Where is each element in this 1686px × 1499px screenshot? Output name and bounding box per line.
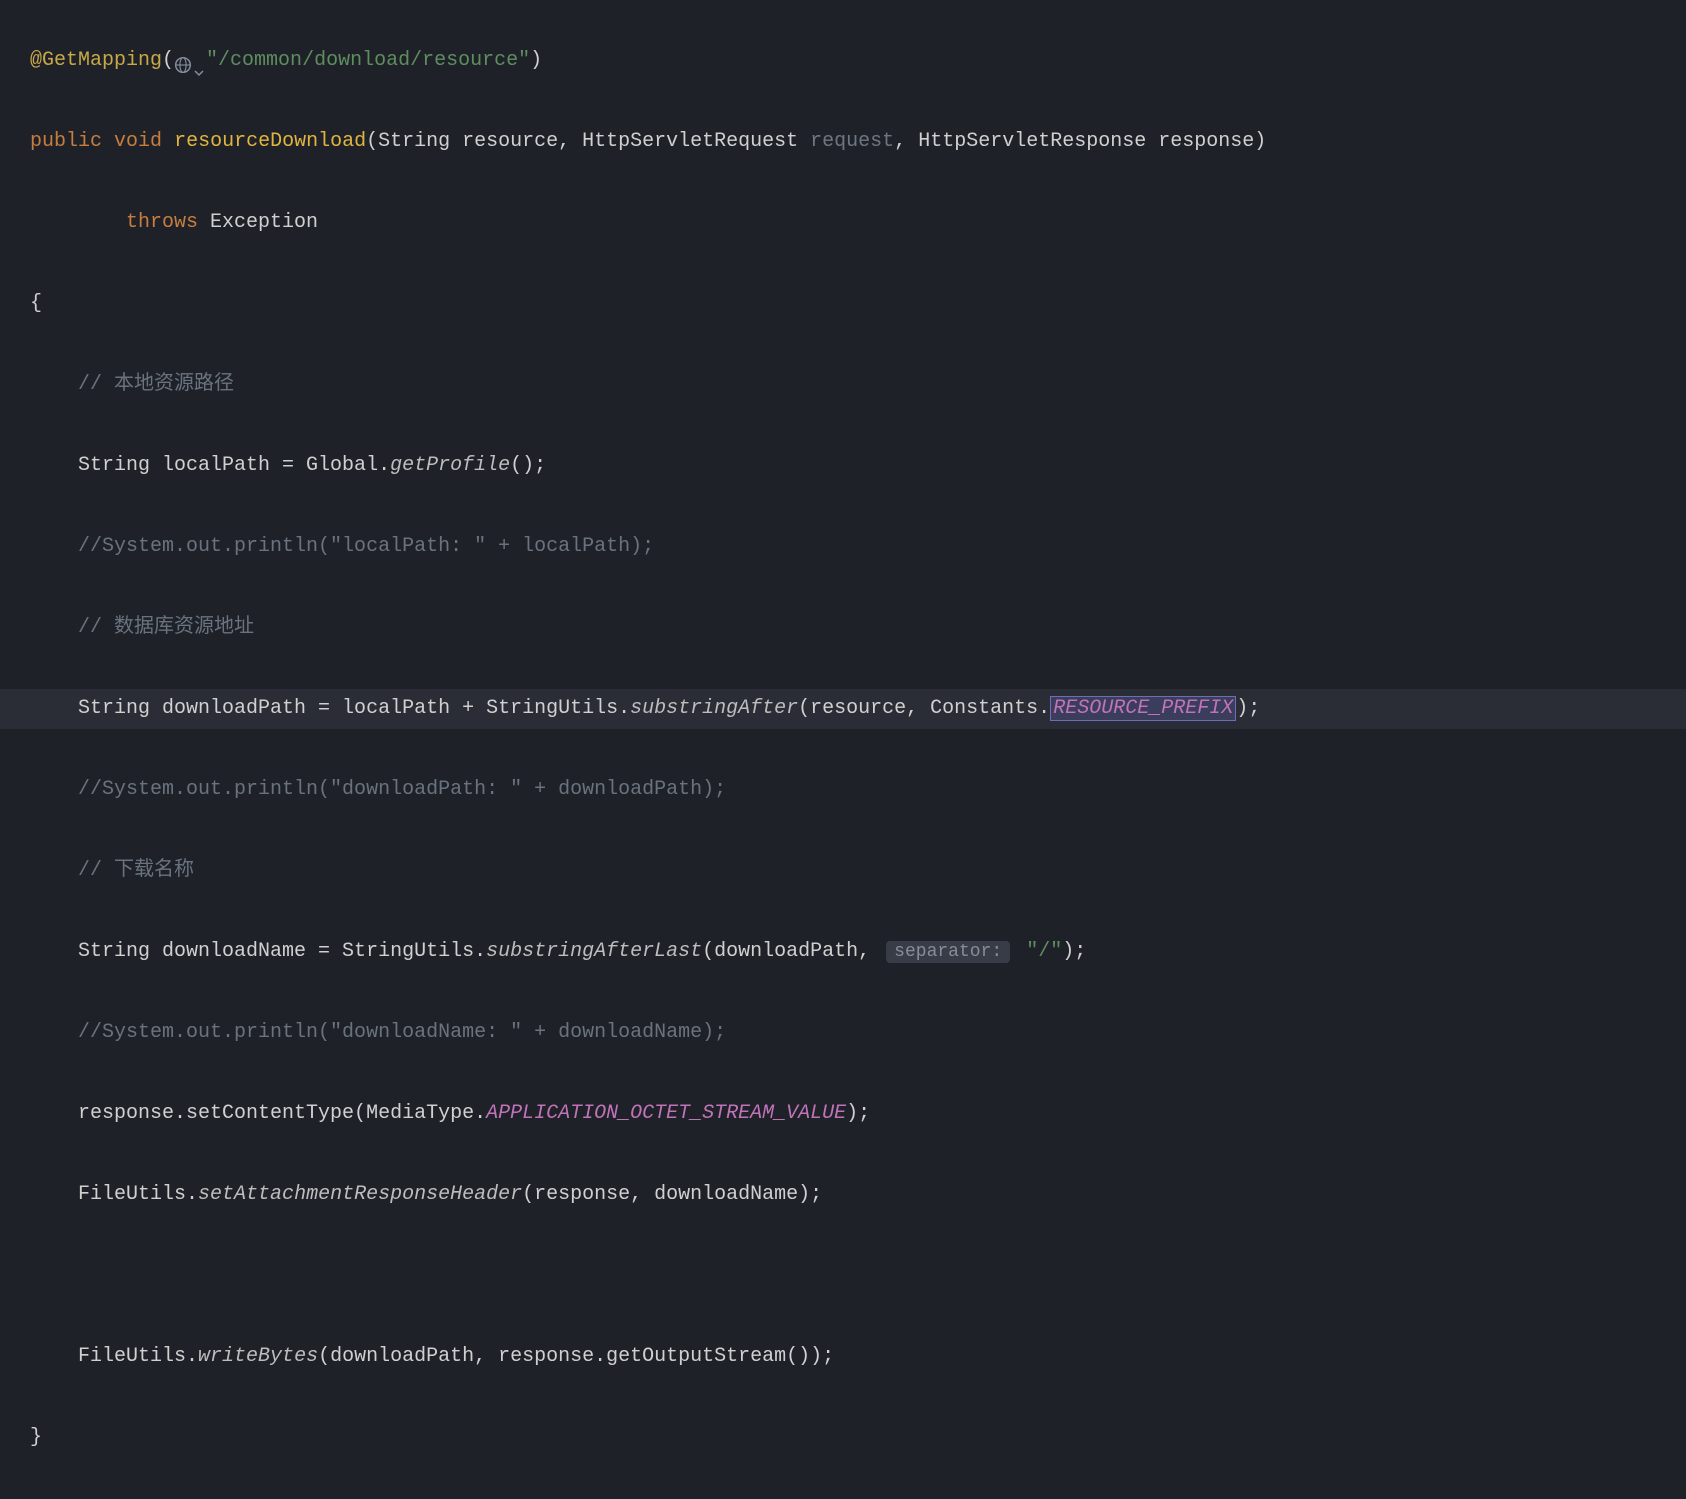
code-line-7[interactable]: //System.out.println("localPath: " + loc…: [0, 527, 1686, 568]
params-tail: , HttpServletResponse response): [894, 130, 1266, 153]
fileutils-prefix: FileUtils.: [78, 1183, 198, 1206]
constant-resource-prefix: RESOURCE_PREFIX: [1050, 696, 1236, 721]
code-line-9[interactable]: String downloadPath = localPath + String…: [0, 689, 1686, 730]
brace-open: {: [30, 292, 42, 315]
code-line-11[interactable]: // 下载名称: [0, 851, 1686, 892]
comment-db-path: // 数据库资源地址: [78, 616, 254, 639]
method-substringAfterLast: substringAfterLast: [486, 940, 702, 963]
set-content-type: response.setContentType(MediaType.: [78, 1102, 486, 1125]
download-path-decl: String downloadPath = localPath + String…: [78, 697, 630, 720]
code-editor[interactable]: @GetMapping( "/common/download/resource")…: [0, 0, 1686, 1499]
comment-download-name: // 下载名称: [78, 859, 194, 882]
fileutils-prefix-2: FileUtils.: [78, 1345, 198, 1368]
code-line-15[interactable]: FileUtils.setAttachmentResponseHeader(re…: [0, 1175, 1686, 1216]
keyword-throws: throws: [126, 211, 198, 234]
code-line-13[interactable]: //System.out.println("downloadName: " + …: [0, 1013, 1686, 1054]
download-name-decl: String downloadName = StringUtils.: [78, 940, 486, 963]
brace-close: }: [30, 1426, 42, 1449]
annotation-getmapping: @GetMapping: [30, 49, 162, 72]
comment-disabled-3: //System.out.println("downloadName: " + …: [78, 1021, 726, 1044]
exception-type: Exception: [198, 211, 318, 234]
code-line-17[interactable]: FileUtils.writeBytes(downloadPath, respo…: [0, 1337, 1686, 1378]
local-path-decl: String localPath = Global.: [78, 454, 390, 477]
string-slash: "/": [1014, 940, 1062, 963]
code-line-16[interactable]: [0, 1256, 1686, 1297]
comment-disabled-2: //System.out.println("downloadPath: " + …: [78, 778, 726, 801]
paren: ): [530, 49, 542, 72]
comment-local-path: // 本地资源路径: [78, 373, 234, 396]
code-line-10[interactable]: //System.out.println("downloadPath: " + …: [0, 770, 1686, 811]
comment-disabled-1: //System.out.println("localPath: " + loc…: [78, 535, 654, 558]
code-line-6[interactable]: String localPath = Global.getProfile();: [0, 446, 1686, 487]
method-resourceDownload: resourceDownload: [174, 130, 366, 153]
code-line-3[interactable]: throws Exception: [0, 203, 1686, 244]
code-line-14[interactable]: response.setContentType(MediaType.APPLIC…: [0, 1094, 1686, 1135]
paren: (: [162, 49, 174, 72]
constant-octet-stream: APPLICATION_OCTET_STREAM_VALUE: [486, 1102, 846, 1125]
method-substringAfter: substringAfter: [630, 697, 798, 720]
globe-icon[interactable]: [174, 50, 192, 68]
keyword-public: public: [30, 130, 102, 153]
code-line-4[interactable]: {: [0, 284, 1686, 325]
keyword-void: void: [114, 130, 162, 153]
string-url: "/common/download/resource": [206, 49, 530, 72]
method-setAttachmentResponseHeader: setAttachmentResponseHeader: [198, 1183, 522, 1206]
code-line-12[interactable]: String downloadName = StringUtils.substr…: [0, 932, 1686, 973]
params: (String resource, HttpServletRequest: [366, 130, 810, 153]
code-line-5[interactable]: // 本地资源路径: [0, 365, 1686, 406]
code-line-2[interactable]: public void resourceDownload(String reso…: [0, 122, 1686, 163]
inlay-hint-separator: separator:: [886, 941, 1010, 963]
code-line-1[interactable]: @GetMapping( "/common/download/resource"): [0, 41, 1686, 82]
method-writeBytes: writeBytes: [198, 1345, 318, 1368]
chevron-down-icon[interactable]: [194, 54, 204, 64]
param-unused-request: request: [810, 130, 894, 153]
code-line-18[interactable]: }: [0, 1418, 1686, 1459]
code-line-8[interactable]: // 数据库资源地址: [0, 608, 1686, 649]
method-getProfile: getProfile: [390, 454, 510, 477]
